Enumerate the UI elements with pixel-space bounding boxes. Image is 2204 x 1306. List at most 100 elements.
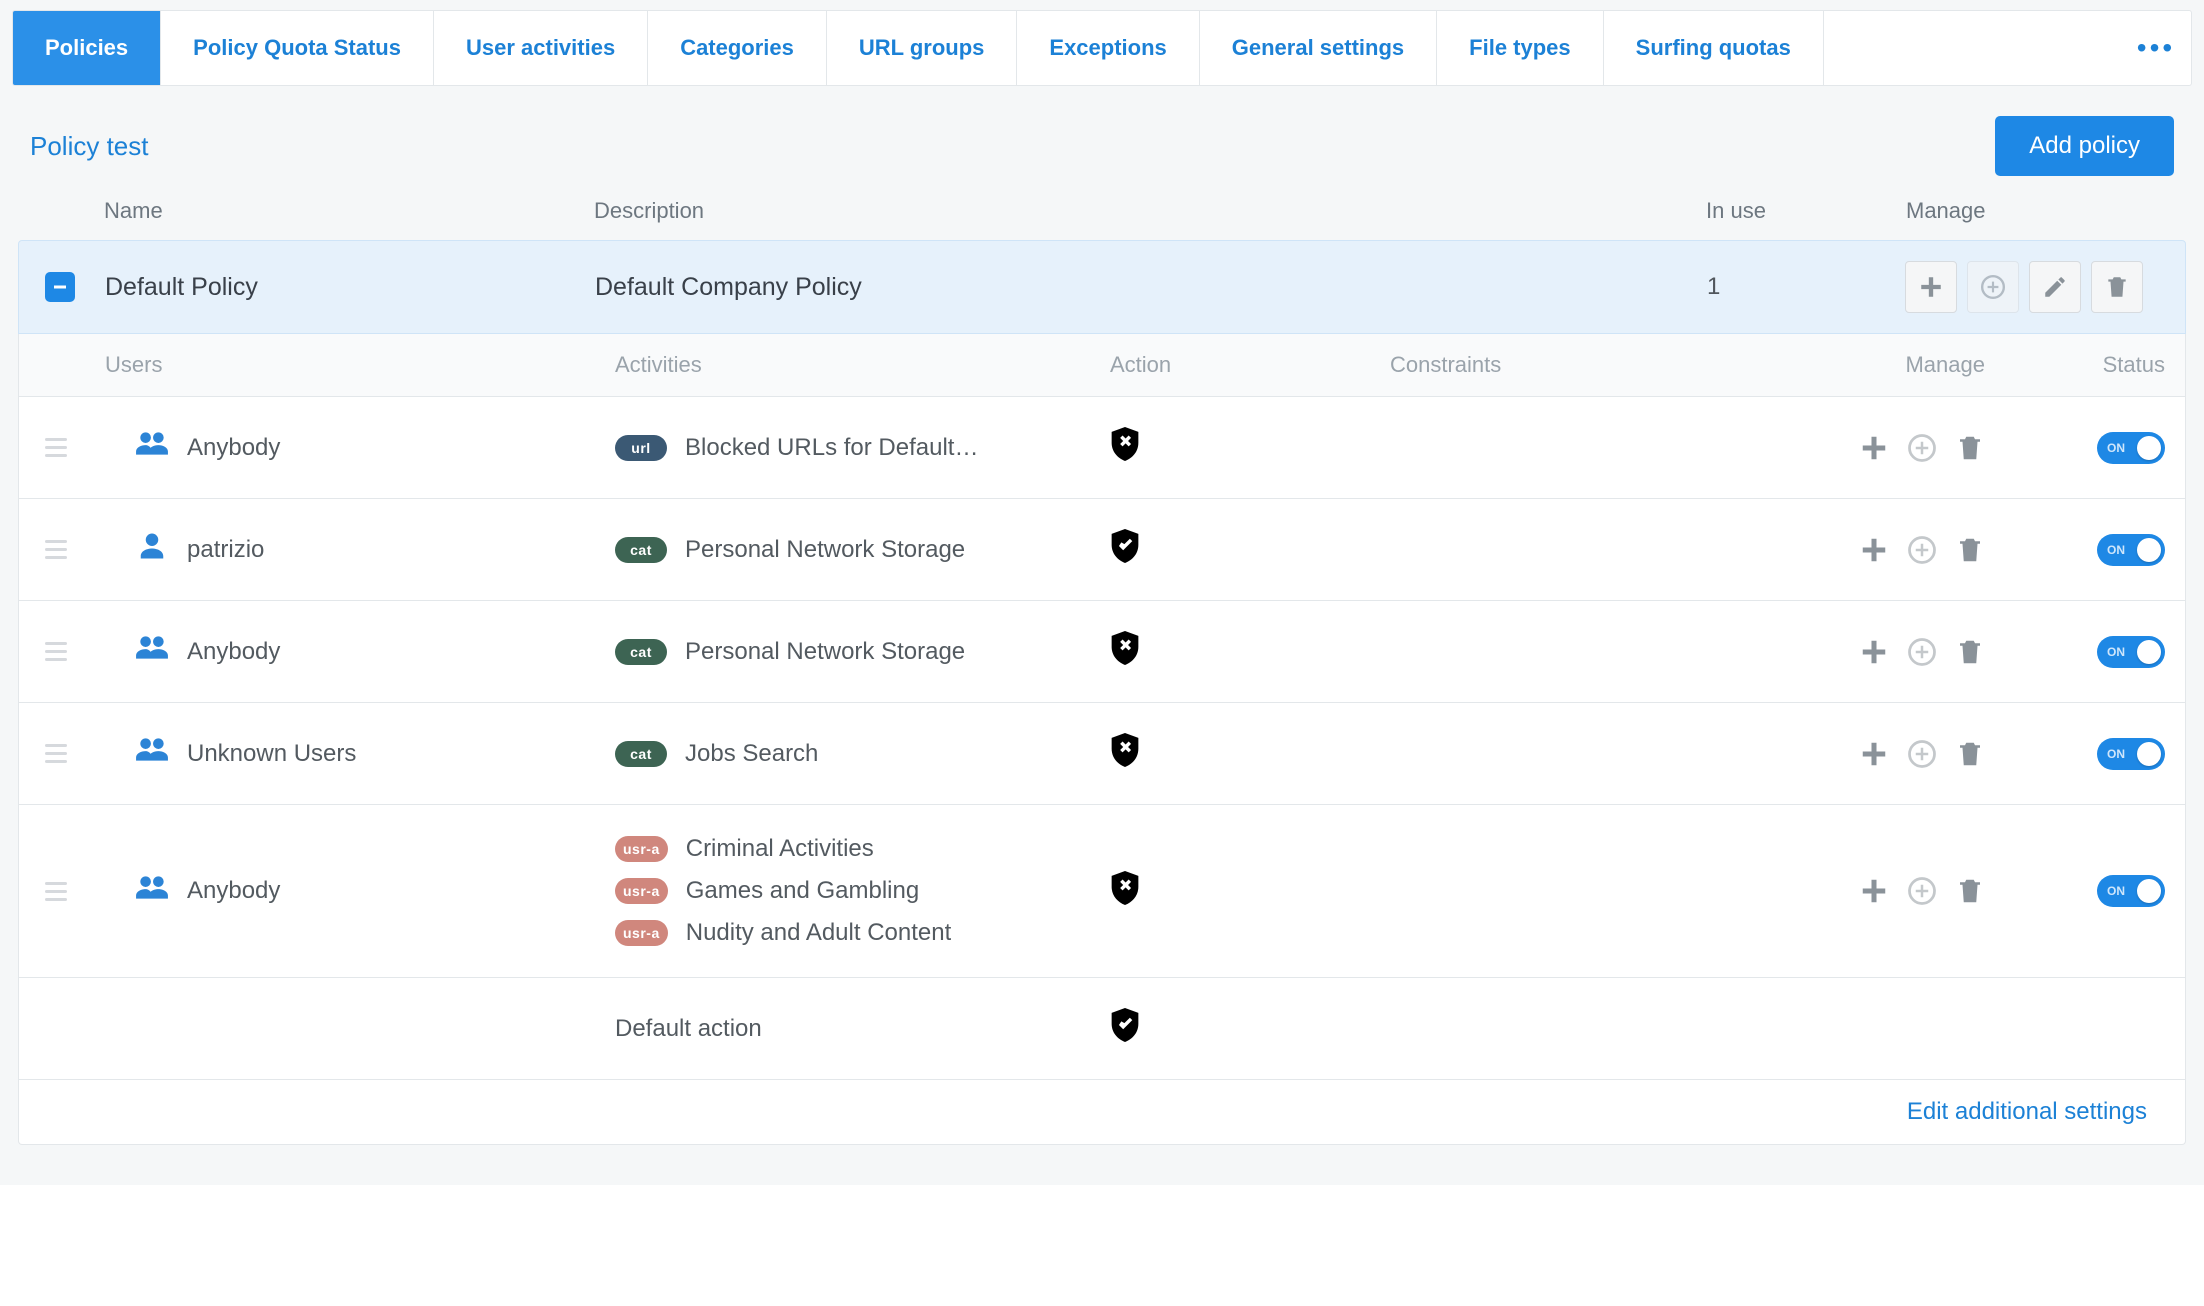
tab-more-icon[interactable]: ••• [2121,11,2191,85]
delete-rule-icon[interactable] [1955,433,1985,463]
activity-label: Personal Network Storage [685,638,965,666]
col-manage: Manage [1906,198,2166,224]
delete-rule-icon[interactable] [1955,637,1985,667]
clone-rule-icon[interactable] [1907,739,1937,769]
tab-policy-quota-status[interactable]: Policy Quota Status [161,11,434,85]
col-activities: Activities [615,352,1110,378]
tab-file-types[interactable]: File types [1437,11,1603,85]
edit-policy-button[interactable] [2029,261,2081,313]
rule-manage-cell [1785,876,1985,906]
delete-rule-icon[interactable] [1955,535,1985,565]
activity-label: Criminal Activities [686,835,874,863]
delete-policy-button[interactable] [2091,261,2143,313]
drag-handle-icon[interactable] [45,882,75,901]
activity-type-pill: cat [615,537,667,563]
activity-type-pill: cat [615,741,667,767]
tab-surfing-quotas[interactable]: Surfing quotas [1604,11,1824,85]
drag-handle-icon[interactable] [45,744,75,763]
status-cell: ON [1985,432,2165,464]
users-group-icon [135,873,169,910]
clone-policy-button[interactable] [1967,261,2019,313]
drag-handle-icon[interactable] [45,438,75,457]
title-row: Policy test Add policy [12,86,2192,198]
add-rule-icon[interactable] [1859,876,1889,906]
action-cell [1110,631,1390,672]
clone-rule-icon[interactable] [1907,637,1937,667]
policy-name: Default Policy [105,273,595,302]
action-cell [1110,529,1390,570]
delete-rule-icon[interactable] [1955,876,1985,906]
status-toggle[interactable]: ON [2097,432,2165,464]
activity-item: catPersonal Network Storage [615,536,1110,564]
activity-item: catPersonal Network Storage [615,638,1110,666]
add-policy-button[interactable]: Add policy [1995,116,2174,176]
policy-in-use: 1 [1707,273,1905,301]
edit-additional-settings-link[interactable]: Edit additional settings [1907,1098,2147,1126]
clone-rule-icon[interactable] [1907,876,1937,906]
status-toggle[interactable]: ON [2097,738,2165,770]
status-toggle[interactable]: ON [2097,534,2165,566]
tab-policies[interactable]: Policies [13,11,161,85]
action-cell [1110,427,1390,468]
activity-type-pill: url [615,435,667,461]
tab-categories[interactable]: Categories [648,11,827,85]
tab-url-groups[interactable]: URL groups [827,11,1017,85]
status-toggle[interactable]: ON [2097,636,2165,668]
user-icon [135,531,169,568]
activity-label: Blocked URLs for Default P… [685,434,985,462]
page-title[interactable]: Policy test [30,131,149,162]
activity-type-pill: usr-a [615,878,668,904]
users-group-icon [135,633,169,670]
action-block-shield-icon [1110,440,1140,467]
activity-item: catJobs Search [615,740,1110,768]
add-rule-button[interactable] [1905,261,1957,313]
tab-exceptions[interactable]: Exceptions [1017,11,1199,85]
clone-rule-icon[interactable] [1907,433,1937,463]
users-group-icon [135,429,169,466]
rule-row: Anybody usr-aCriminal Activitiesusr-aGam… [18,805,2186,978]
add-rule-icon[interactable] [1859,433,1889,463]
add-rule-icon[interactable] [1859,739,1889,769]
user-label: Anybody [187,638,280,666]
user-label: Anybody [187,877,280,905]
rules-list: Anybody url Blocked URLs for Default P… O… [18,397,2186,1080]
delete-rule-icon[interactable] [1955,739,1985,769]
col-description: Description [594,198,1706,224]
rule-row: Anybody catPersonal Network Storage ON [18,601,2186,703]
toggle-label: ON [2107,884,2125,898]
col-users: Users [105,352,615,378]
add-rule-icon[interactable] [1859,637,1889,667]
tab-bar: PoliciesPolicy Quota StatusUser activiti… [12,10,2192,86]
users-cell: Anybody [105,873,615,910]
policy-group-row: Default Policy Default Company Policy 1 [18,240,2186,334]
activity-label: Default action [615,1015,762,1043]
drag-handle-icon[interactable] [45,540,75,559]
activity-item: Default action [615,1015,1110,1043]
status-cell: ON [1985,875,2165,907]
toggle-label: ON [2107,441,2125,455]
tab-user-activities[interactable]: User activities [434,11,648,85]
rule-manage-cell [1785,637,1985,667]
rule-manage-cell [1785,535,1985,565]
status-toggle[interactable]: ON [2097,875,2165,907]
action-block-shield-icon [1110,746,1140,773]
tab-general-settings[interactable]: General settings [1200,11,1437,85]
activity-item: usr-aCriminal Activities [615,835,1110,863]
table-header: Name Description In use Manage [18,198,2186,240]
toggle-label: ON [2107,543,2125,557]
drag-handle-icon[interactable] [45,642,75,661]
activity-item: url Blocked URLs for Default P… [615,434,1110,462]
page-root: PoliciesPolicy Quota StatusUser activiti… [0,0,2204,1185]
rule-manage-cell [1785,433,1985,463]
users-cell: Unknown Users [105,735,615,772]
policy-manage-actions [1905,261,2165,313]
status-cell: ON [1985,636,2165,668]
user-label: patrizio [187,536,264,564]
clone-rule-icon[interactable] [1907,535,1937,565]
rule-row: Unknown Users catJobs Search ON [18,703,2186,805]
collapse-toggle[interactable] [45,272,75,302]
activities-cell: catPersonal Network Storage [615,536,1110,564]
status-cell: ON [1985,534,2165,566]
add-rule-icon[interactable] [1859,535,1889,565]
activities-cell: catJobs Search [615,740,1110,768]
